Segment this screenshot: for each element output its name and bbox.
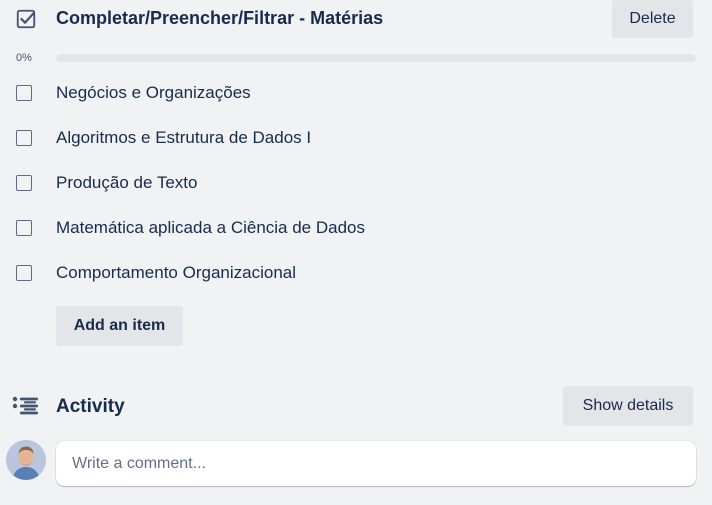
progress-bar xyxy=(56,54,696,62)
checklist-item-label[interactable]: Algoritmos e Estrutura de Dados I xyxy=(56,128,311,148)
checklist-header: Completar/Preencher/Filtrar - Matérias D… xyxy=(0,0,712,40)
add-item-button[interactable]: Add an item xyxy=(56,306,183,346)
checklist-item[interactable]: Algoritmos e Estrutura de Dados I xyxy=(0,121,712,161)
avatar[interactable] xyxy=(6,440,46,480)
checklist-item-checkbox[interactable] xyxy=(16,130,32,146)
checklist-item[interactable]: Negócios e Organizações xyxy=(0,76,712,116)
progress-percentage: 0% xyxy=(16,52,32,64)
comment-input[interactable] xyxy=(56,441,696,486)
checklist-title: Completar/Preencher/Filtrar - Matérias xyxy=(56,8,384,28)
checklist-item-checkbox[interactable] xyxy=(16,175,32,191)
checklist-item-checkbox[interactable] xyxy=(16,85,32,101)
activity-list-icon xyxy=(12,396,38,415)
avatar-image xyxy=(6,440,46,480)
checklist-item-label[interactable]: Produção de Texto xyxy=(56,173,197,193)
checklist-item-label[interactable]: Negócios e Organizações xyxy=(56,83,251,103)
checklist-item-checkbox[interactable] xyxy=(16,265,32,281)
checklist-item[interactable]: Produção de Texto xyxy=(0,166,712,206)
checklist-item-label[interactable]: Comportamento Organizacional xyxy=(56,263,296,283)
checklist-item[interactable]: Comportamento Organizacional xyxy=(0,256,712,296)
show-details-button[interactable]: Show details xyxy=(563,386,693,426)
delete-button[interactable]: Delete xyxy=(612,0,693,38)
checklist-item[interactable]: Matemática aplicada a Ciência de Dados xyxy=(0,211,712,251)
checklist-item-checkbox[interactable] xyxy=(16,220,32,236)
checklist-item-label[interactable]: Matemática aplicada a Ciência de Dados xyxy=(56,218,365,238)
checklist-icon xyxy=(16,9,36,29)
activity-title: Activity xyxy=(56,396,125,417)
